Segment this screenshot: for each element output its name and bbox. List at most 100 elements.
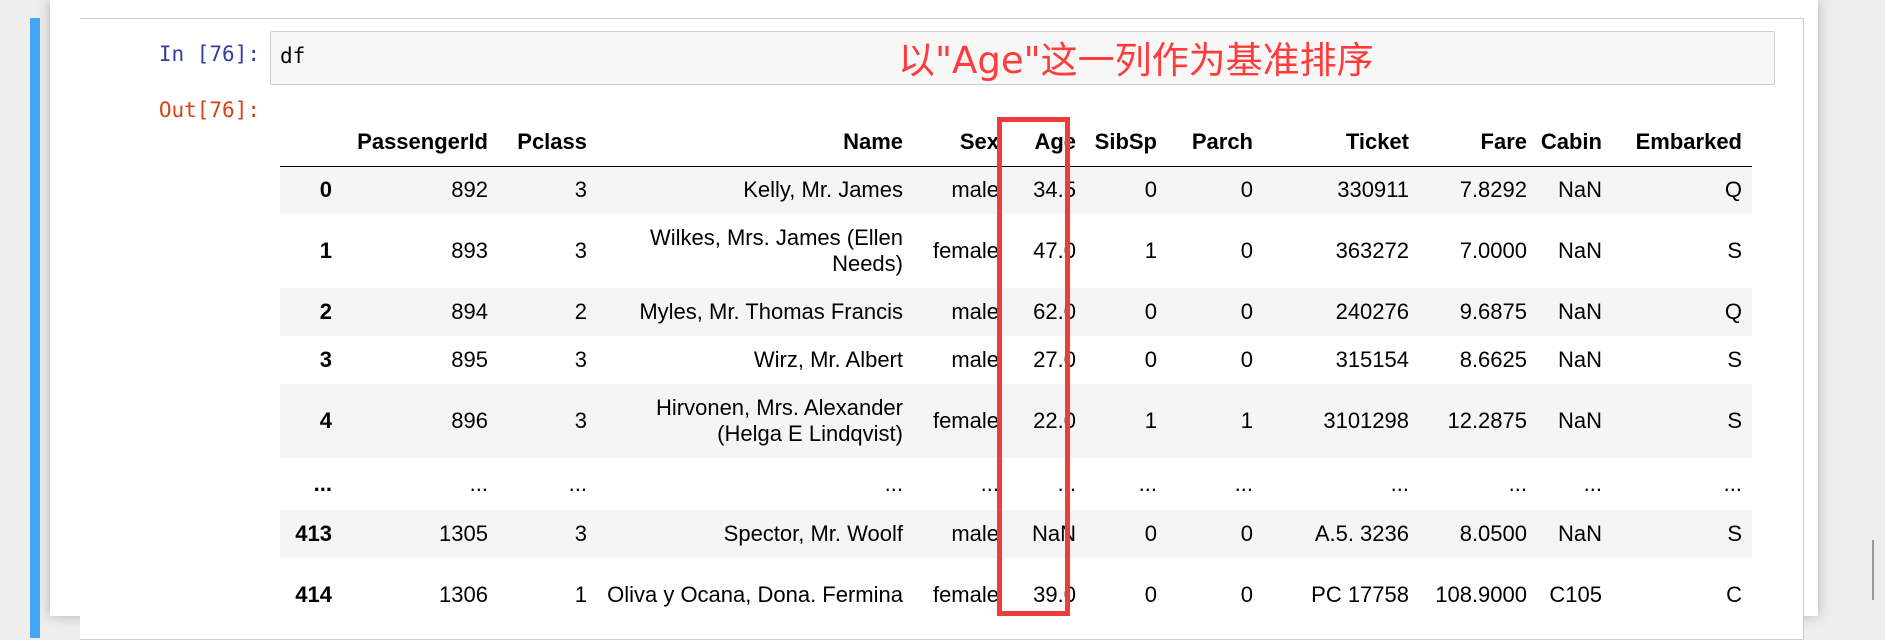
dataframe-output: PassengerId Pclass Name Sex Age SibSp Parch Tic…	[280, 118, 1752, 632]
table-cell: ...	[1234, 471, 1253, 496]
table-cell: 0	[1240, 299, 1253, 324]
table-cell: 0	[1144, 521, 1157, 546]
table-cell: Wirz, Mr. Albert	[753, 347, 903, 372]
table-cell: 1	[1240, 408, 1253, 433]
table-cell: male	[951, 299, 999, 324]
table-row: 3 895 3 Wirz, Mr. Albert male 27.0 0 0 315154 8.6…	[280, 336, 1752, 384]
table-cell: 0	[1240, 177, 1253, 203]
table-cell: female	[932, 408, 999, 433]
table-cell: ...	[884, 471, 903, 496]
table-cell: S	[1727, 521, 1742, 546]
column-header: Embarked	[1612, 118, 1752, 167]
table-cell: 0	[1240, 347, 1253, 372]
table-row: 0 892 3 Kelly, Mr. James male 34.5 0 0 330911 7.8…	[280, 166, 1752, 214]
table-body: 0 892 3 Kelly, Mr. James male 34.5 0 0 330911 7.8…	[280, 166, 1752, 632]
table-cell: 108.9000	[1435, 582, 1527, 607]
table-cell: 8.0500	[1459, 521, 1527, 546]
column-header: Pclass	[498, 118, 597, 167]
table-cell: S	[1727, 347, 1742, 372]
annotation-text: 以"Age"这一列作为基准排序	[898, 39, 1374, 82]
table-cell: 1	[1144, 238, 1157, 263]
table-cell: Spector, Mr. Woolf	[723, 521, 903, 546]
row-index: 1	[319, 238, 332, 263]
code-text: df	[280, 44, 306, 68]
table-cell: ...	[1138, 471, 1157, 496]
cell-selection-bar	[30, 18, 40, 638]
output-prompt: Out[76]:	[158, 98, 260, 122]
table-cell: 0	[1240, 521, 1253, 546]
table-cell: S	[1727, 238, 1742, 263]
table-cell: NaN	[1557, 177, 1602, 203]
table-row: ....................................	[280, 458, 1752, 510]
table-cell: 27.0	[1033, 347, 1076, 372]
table-cell: 7.0000	[1459, 238, 1527, 263]
table-cell: ...	[1508, 471, 1527, 496]
table-cell: 894	[451, 299, 488, 324]
table-cell: 2	[574, 299, 587, 324]
table-cell: Kelly, Mr. James	[743, 177, 903, 203]
table-cell: 0	[1144, 582, 1157, 607]
table-cell: 0	[1240, 582, 1253, 607]
table-cell: NaN	[1031, 521, 1076, 546]
table-cell: 0	[1240, 238, 1253, 263]
column-header: SibSp	[1086, 118, 1167, 167]
column-header: Parch	[1167, 118, 1263, 167]
table-cell: female	[932, 582, 999, 607]
table-cell: 12.2875	[1447, 408, 1527, 433]
table-cell: 7.8292	[1459, 177, 1527, 203]
table-row: 2 894 2 Myles, Mr. Thomas Francis male 62.0 0 0…	[280, 288, 1752, 336]
column-header: Cabin	[1537, 118, 1612, 167]
table-cell: 892	[451, 177, 488, 203]
table-cell: Hirvonen, Mrs. Alexander (Helga E Lindqv…	[656, 395, 903, 446]
table-cell: 893	[451, 238, 488, 263]
table-cell: male	[951, 521, 999, 546]
column-header: Fare	[1419, 118, 1537, 167]
table-cell: male	[951, 177, 999, 203]
table-cell: 895	[451, 347, 488, 372]
table-cell: female	[932, 238, 999, 263]
column-header: PassengerId	[342, 118, 498, 167]
scrollbar-edge[interactable]	[1872, 540, 1882, 600]
table-cell: C	[1726, 582, 1742, 607]
table-row: 414 1306 1 Oliva y Ocana, Dona. Fermina fema…	[280, 558, 1752, 632]
table-cell: ...	[1057, 471, 1076, 496]
table-cell: 363272	[1335, 238, 1409, 263]
table-cell: NaN	[1557, 299, 1602, 324]
table-cell: 9.6875	[1459, 299, 1527, 324]
table-cell: 315154	[1335, 347, 1409, 372]
table-cell: 3	[574, 347, 587, 372]
table-cell: ...	[1390, 471, 1409, 496]
table-cell: ...	[1723, 471, 1742, 496]
row-index: ...	[313, 471, 332, 496]
header-row: PassengerId Pclass Name Sex Age SibSp Parch Tic…	[280, 118, 1752, 167]
table-cell: 3101298	[1323, 408, 1409, 433]
table-cell: 8.6625	[1459, 347, 1527, 372]
table-cell: ...	[1583, 471, 1602, 496]
column-header: Ticket	[1263, 118, 1419, 167]
row-index: 414	[295, 582, 332, 607]
table-cell: 1306	[439, 582, 488, 607]
row-index: 0	[319, 177, 332, 203]
table-cell: 62.0	[1033, 299, 1076, 324]
table-cell: ...	[469, 471, 488, 496]
table-cell: 1305	[439, 521, 488, 546]
row-index: 4	[319, 408, 332, 433]
table-cell: ...	[980, 471, 999, 496]
table-row: 4 896 3 Hirvonen, Mrs. Alexander (Helga E L…	[280, 384, 1752, 458]
table-cell: ...	[568, 471, 587, 496]
table-cell: 240276	[1335, 299, 1409, 324]
table-cell: 1	[1144, 408, 1157, 433]
row-index: 3	[319, 347, 332, 372]
table-cell: 0	[1144, 347, 1157, 372]
table-cell: 1	[574, 582, 587, 607]
table-cell: 3	[574, 238, 587, 263]
row-index: 2	[319, 299, 332, 324]
table-cell: NaN	[1557, 521, 1602, 546]
table-cell: PC 17758	[1311, 582, 1409, 607]
table-cell: Oliva y Ocana, Dona. Fermina	[607, 582, 903, 607]
table-cell: NaN	[1557, 238, 1602, 263]
table-row: 413 1305 3 Spector, Mr. Woolf male NaN 0 0 A.5. …	[280, 510, 1752, 558]
row-index: 413	[295, 521, 332, 546]
column-header: Name	[597, 118, 913, 167]
table-cell: 39.0	[1033, 582, 1076, 607]
